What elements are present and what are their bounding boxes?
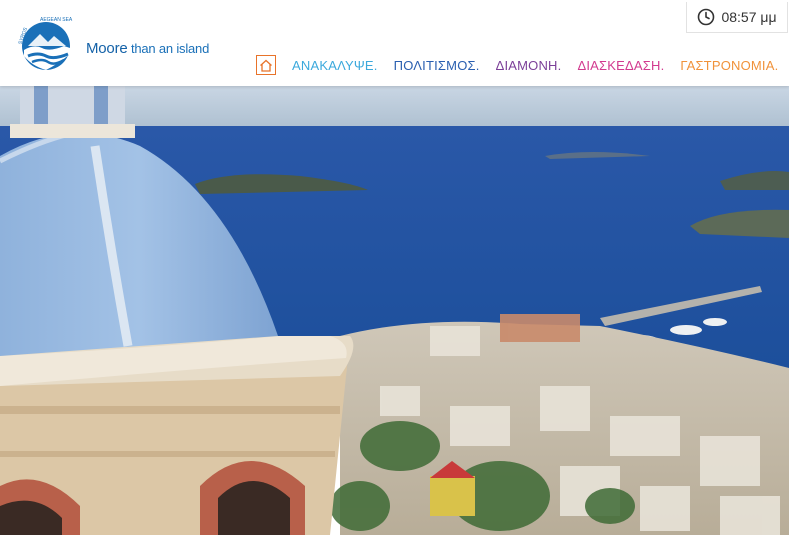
clock-widget: 08:57 μμ bbox=[686, 2, 788, 33]
site-header: SYROS AEGEAN SEA Moore than an island 08… bbox=[0, 0, 789, 86]
home-button[interactable] bbox=[256, 55, 276, 75]
clock-time: 08:57 μμ bbox=[721, 9, 777, 25]
brand-tagline: Moore than an island bbox=[86, 40, 209, 57]
hero-image bbox=[0, 86, 789, 535]
clock-icon bbox=[698, 8, 715, 26]
home-icon bbox=[260, 59, 272, 72]
nav-item-accommodation[interactable]: ΔΙΑΜΟΝΗ. bbox=[496, 58, 562, 73]
tagline-main: Moore bbox=[86, 40, 128, 57]
syros-logo-icon: SYROS AEGEAN SEA bbox=[17, 17, 73, 70]
nav-item-gastronomy[interactable]: ΓΑΣΤΡΟΝΟΜΙΑ. bbox=[680, 58, 778, 73]
logo-text-top: AEGEAN SEA bbox=[40, 17, 73, 23]
nav-item-entertainment[interactable]: ΔΙΑΣΚΕΔΑΣΗ. bbox=[577, 58, 664, 73]
main-nav: ΑΝΑΚΑΛΥΨΕ. ΠΟΛΙΤΙΣΜΟΣ. ΔΙΑΜΟΝΗ. ΔΙΑΣΚΕΔΑ… bbox=[256, 54, 778, 76]
tagline-rest: than an island bbox=[127, 41, 210, 56]
hero-scene bbox=[0, 86, 789, 535]
nav-item-discover[interactable]: ΑΝΑΚΑΛΥΨΕ. bbox=[292, 58, 378, 73]
site-logo[interactable]: SYROS AEGEAN SEA Moore than an island bbox=[14, 14, 214, 74]
nav-item-culture[interactable]: ΠΟΛΙΤΙΣΜΟΣ. bbox=[394, 58, 480, 73]
